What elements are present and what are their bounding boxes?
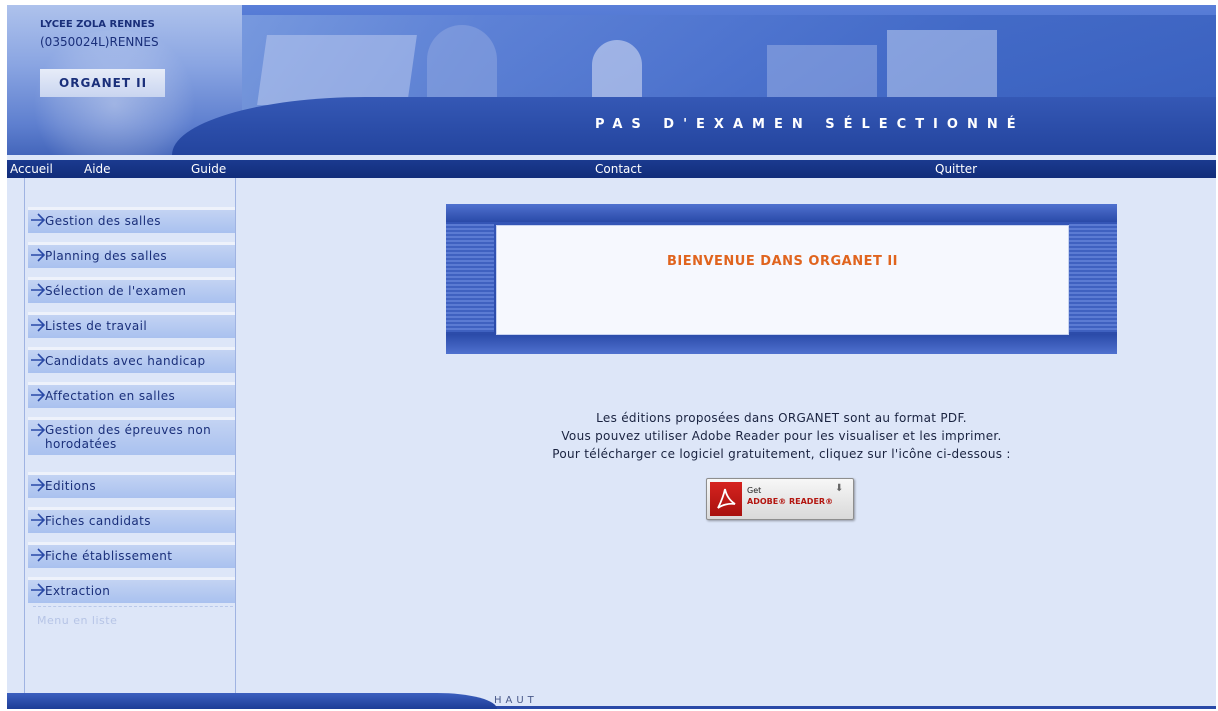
footer-line [447,706,1216,709]
footer: HAUT [7,693,1216,709]
school-name: LYCEE ZOLA RENNES [40,19,155,30]
header-banner: LYCEE ZOLA RENNES (0350024L)RENNES ORGAN… [7,5,1216,155]
panel-side-left [446,224,494,332]
top-nav: Accueil Aide Guide Contact Quitter [7,160,1216,178]
sidebar-item-label: Fiches candidats [45,514,151,528]
sidebar-item-label: Extraction [45,584,111,598]
nav-contact[interactable]: Contact [595,162,642,176]
sidebar-item-label: Gestion des épreuves non horodatées [45,423,212,451]
nav-quitter[interactable]: Quitter [935,162,977,176]
header-photo-detail [257,35,417,105]
header-photo-detail [887,30,997,100]
sidebar-item-editions[interactable]: Editions [28,472,235,498]
arrow-right-icon [31,353,46,367]
sidebar-item-fiche-etablissement[interactable]: Fiche établissement [28,542,235,568]
nav-aide[interactable]: Aide [84,162,111,176]
sidebar-item-label: Sélection de l'examen [45,284,187,298]
panel-side-right [1069,224,1117,332]
sidebar-item-listes-travail[interactable]: Listes de travail [28,312,235,338]
sidebar-item-label: Planning des salles [45,249,168,263]
header-photo-detail [767,45,877,105]
app-name: ORGANET II [59,76,148,90]
arrow-right-icon [31,423,46,437]
sidebar-item-label: Candidats avec handicap [45,354,206,368]
exam-status: PAS D'EXAMEN SÉLECTIONNÉ [595,117,1025,132]
school-code: (0350024L)RENNES [40,35,159,49]
arrow-right-icon [31,248,46,262]
sidebar-item-gestion-epreuves[interactable]: Gestion des épreuves non horodatées [28,417,235,455]
sidebar-item-planning-salles[interactable]: Planning des salles [28,242,235,268]
sidebar-item-gestion-salles[interactable]: Gestion des salles [28,207,235,233]
arrow-right-icon [31,548,46,562]
sidebar-item-fiches-candidats[interactable]: Fiches candidats [28,507,235,533]
info-line: Vous pouvez utiliser Adobe Reader pour l… [561,429,1002,443]
arrow-right-icon [31,513,46,527]
adobe-reader-icon [710,482,742,516]
sidebar-item-label: Editions [45,479,96,493]
adobe-reader-icon [717,488,736,509]
info-line: Les éditions proposées dans ORGANET sont… [596,411,967,425]
menu-list-link[interactable]: Menu en liste [37,614,117,627]
sidebar-item-label: Gestion des salles [45,214,161,228]
page-frame: LYCEE ZOLA RENNES (0350024L)RENNES ORGAN… [7,5,1216,709]
panel-top-border [446,204,1117,222]
info-line: Pour télécharger ce logiciel gratuitemen… [552,447,1011,461]
adobe-reader-button[interactable]: Get ADOBE® READER® ⬇ [706,478,854,520]
menu-divider [33,606,233,607]
arrow-right-icon [31,283,46,297]
footer-band [7,693,497,709]
reader-get-text: Get [747,486,762,495]
reader-name-text: ADOBE® READER® [747,497,834,506]
sidebar-item-affectation-salles[interactable]: Affectation en salles [28,382,235,408]
nav-accueil[interactable]: Accueil [10,162,53,176]
welcome-title: BIENVENUE DANS ORGANET II [666,254,899,269]
arrow-right-icon [31,583,46,597]
arrow-right-icon [31,318,46,332]
download-arrow-icon: ⬇ [835,483,844,494]
welcome-box: BIENVENUE DANS ORGANET II [496,225,1069,335]
welcome-panel: BIENVENUE DANS ORGANET II [446,204,1117,354]
sidebar-item-extraction[interactable]: Extraction [28,577,235,603]
sidebar-menu: Gestion des salles Planning des salles S… [24,178,236,694]
arrow-right-icon [31,213,46,227]
sidebar-item-candidats-handicap[interactable]: Candidats avec handicap [28,347,235,373]
arrow-right-icon [31,478,46,492]
sidebar-item-label: Listes de travail [45,319,148,333]
back-to-top-link[interactable]: HAUT [494,695,538,706]
panel-bottom-border [446,334,1117,354]
sidebar-item-selection-examen[interactable]: Sélection de l'examen [28,277,235,303]
sidebar-item-label: Fiche établissement [45,549,173,563]
sidebar-item-label: Affectation en salles [45,389,176,403]
arrow-right-icon [31,388,46,402]
nav-guide[interactable]: Guide [191,162,226,176]
